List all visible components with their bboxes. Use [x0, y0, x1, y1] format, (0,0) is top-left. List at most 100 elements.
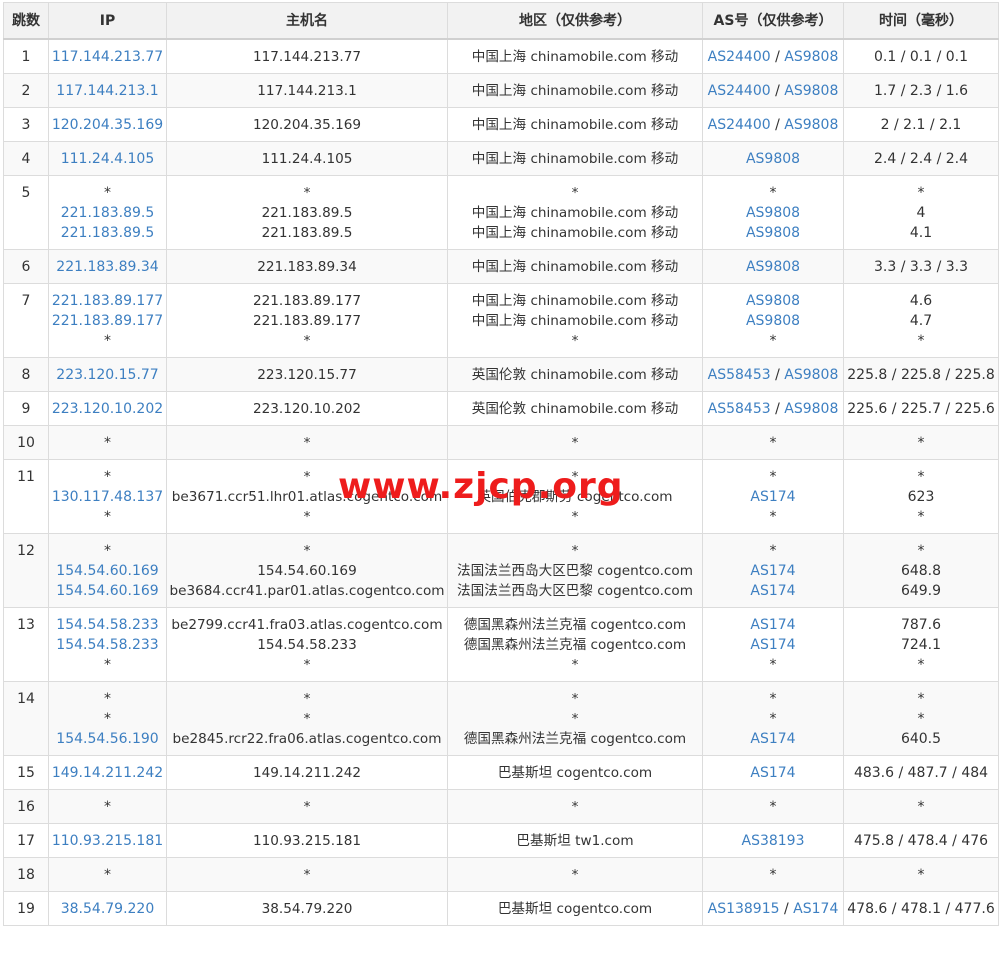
- as-link[interactable]: AS9808: [784, 49, 838, 65]
- ip-link[interactable]: 154.54.60.169: [49, 561, 166, 581]
- region-cell: *: [447, 789, 703, 824]
- as-link[interactable]: AS174: [750, 489, 795, 505]
- as-unknown: *: [769, 185, 777, 201]
- hop-number: 19: [3, 891, 49, 926]
- region-text: 中国上海 chinamobile.com 移动: [471, 259, 679, 275]
- time-text: 225.8 / 225.8 / 225.8: [847, 367, 995, 383]
- as-link[interactable]: AS138915: [708, 901, 780, 917]
- hostname-cell: 223.120.10.202: [166, 391, 448, 426]
- ip-link[interactable]: 154.54.58.233: [49, 615, 166, 635]
- as-link[interactable]: AS174: [750, 563, 795, 579]
- as-link[interactable]: AS174: [750, 731, 795, 747]
- ip-unknown: *: [104, 435, 111, 451]
- as-separator: /: [770, 117, 785, 133]
- as-link[interactable]: AS24400: [708, 49, 771, 65]
- ip-link[interactable]: 130.117.48.137: [49, 487, 166, 507]
- region-text: 德国黑森州法兰克福 cogentco.com: [463, 731, 687, 747]
- region-text: 英国伦敦 chinamobile.com 移动: [471, 367, 679, 383]
- ip-link[interactable]: 117.144.213.77: [49, 47, 166, 67]
- as-link[interactable]: AS9808: [746, 225, 800, 241]
- as-link[interactable]: AS9808: [784, 401, 838, 417]
- as-link[interactable]: AS9808: [746, 151, 800, 167]
- as-cell: * * AS174: [702, 681, 844, 756]
- as-link[interactable]: AS9808: [746, 313, 800, 329]
- hostname-cell: * 154.54.60.169 be3684.ccr41.par01.atlas.c…: [166, 533, 448, 608]
- hop-number: 2: [3, 73, 49, 108]
- hostname-text: *: [303, 799, 311, 815]
- as-link[interactable]: AS24400: [708, 83, 771, 99]
- traceroute-table: 跳数 IP 主机名 地区（仅供参考） AS号（仅供参考） 时间（毫秒） 1 117…: [3, 2, 999, 926]
- as-link[interactable]: AS9808: [746, 259, 800, 275]
- as-link[interactable]: AS9808: [784, 117, 838, 133]
- as-line: *: [703, 541, 843, 561]
- time-text: 0.1 / 0.1 / 0.1: [873, 49, 969, 65]
- as-cell: * AS9808 AS9808: [702, 175, 844, 250]
- ip-link[interactable]: 111.24.4.105: [49, 149, 166, 169]
- ip-unknown: *: [104, 867, 111, 883]
- hostname-text: 221.183.89.5: [261, 205, 353, 221]
- ip-link[interactable]: 223.120.10.202: [49, 399, 166, 419]
- as-link[interactable]: AS174: [793, 901, 838, 917]
- hostname-cell: 110.93.215.181: [166, 823, 448, 858]
- ip-cell: 221.183.89.34: [48, 249, 167, 284]
- as-unknown: *: [769, 867, 777, 883]
- as-link[interactable]: AS9808: [746, 293, 800, 309]
- time-cell: 225.6 / 225.7 / 225.6: [843, 391, 999, 426]
- ip-cell: 149.14.211.242: [48, 755, 167, 790]
- ip-link[interactable]: 154.54.60.169: [49, 581, 166, 601]
- as-link[interactable]: AS58453: [708, 401, 771, 417]
- as-link[interactable]: AS38193: [742, 833, 805, 849]
- time-cell: 3.3 / 3.3 / 3.3: [843, 249, 999, 284]
- time-text: 649.9: [900, 583, 942, 599]
- hostname-cell: * 221.183.89.5 221.183.89.5: [166, 175, 448, 250]
- ip-link[interactable]: 223.120.15.77: [49, 365, 166, 385]
- ip-link[interactable]: 221.183.89.177: [49, 291, 166, 311]
- as-line: AS24400 / AS9808: [703, 115, 843, 135]
- ip-link[interactable]: 154.54.56.190: [49, 729, 166, 749]
- time-cell: * 623 *: [843, 459, 999, 534]
- hostname-cell: 223.120.15.77: [166, 357, 448, 392]
- ip-link[interactable]: 38.54.79.220: [49, 899, 166, 919]
- as-unknown: *: [769, 333, 777, 349]
- as-link[interactable]: AS9808: [784, 367, 838, 383]
- as-cell: AS38193: [702, 823, 844, 858]
- as-cell: AS138915 / AS174: [702, 891, 844, 926]
- ip-link[interactable]: 110.93.215.181: [49, 831, 166, 851]
- hop-number: 11: [3, 459, 49, 534]
- ip-link[interactable]: 117.144.213.1: [49, 81, 166, 101]
- hostname-cell: 221.183.89.34: [166, 249, 448, 284]
- as-line: *: [703, 709, 843, 729]
- as-line: *: [703, 507, 843, 527]
- region-text: *: [571, 333, 579, 349]
- as-line: AS58453 / AS9808: [703, 399, 843, 419]
- ip-link[interactable]: 149.14.211.242: [49, 763, 166, 783]
- ip-link[interactable]: 120.204.35.169: [49, 115, 166, 135]
- ip-link[interactable]: 221.183.89.5: [49, 203, 166, 223]
- table-row: 8 223.120.15.77 223.120.15.77 英国伦敦 chinamob…: [3, 357, 999, 392]
- hostname-text: *: [303, 509, 311, 525]
- as-link[interactable]: AS9808: [784, 83, 838, 99]
- as-line: AS38193: [703, 831, 843, 851]
- as-link[interactable]: AS174: [750, 583, 795, 599]
- ip-link[interactable]: 221.183.89.177: [49, 311, 166, 331]
- time-text: *: [917, 799, 925, 815]
- as-link[interactable]: AS58453: [708, 367, 771, 383]
- hop-number: 8: [3, 357, 49, 392]
- as-link[interactable]: AS174: [750, 617, 795, 633]
- as-link[interactable]: AS9808: [746, 205, 800, 221]
- header-hop: 跳数: [3, 2, 49, 40]
- as-unknown: *: [769, 509, 777, 525]
- as-link[interactable]: AS174: [750, 765, 795, 781]
- ip-link[interactable]: 154.54.58.233: [49, 635, 166, 655]
- as-unknown: *: [769, 691, 777, 707]
- as-link[interactable]: AS174: [750, 637, 795, 653]
- ip-link[interactable]: 221.183.89.34: [49, 257, 166, 277]
- region-text: *: [571, 799, 579, 815]
- as-link[interactable]: AS24400: [708, 117, 771, 133]
- ip-cell: * 154.54.60.169 154.54.60.169: [48, 533, 167, 608]
- hop-number: 6: [3, 249, 49, 284]
- region-text: *: [571, 867, 579, 883]
- ip-link[interactable]: 221.183.89.5: [49, 223, 166, 243]
- region-cell: 英国伦敦 chinamobile.com 移动: [447, 357, 703, 392]
- ip-cell: 120.204.35.169: [48, 107, 167, 142]
